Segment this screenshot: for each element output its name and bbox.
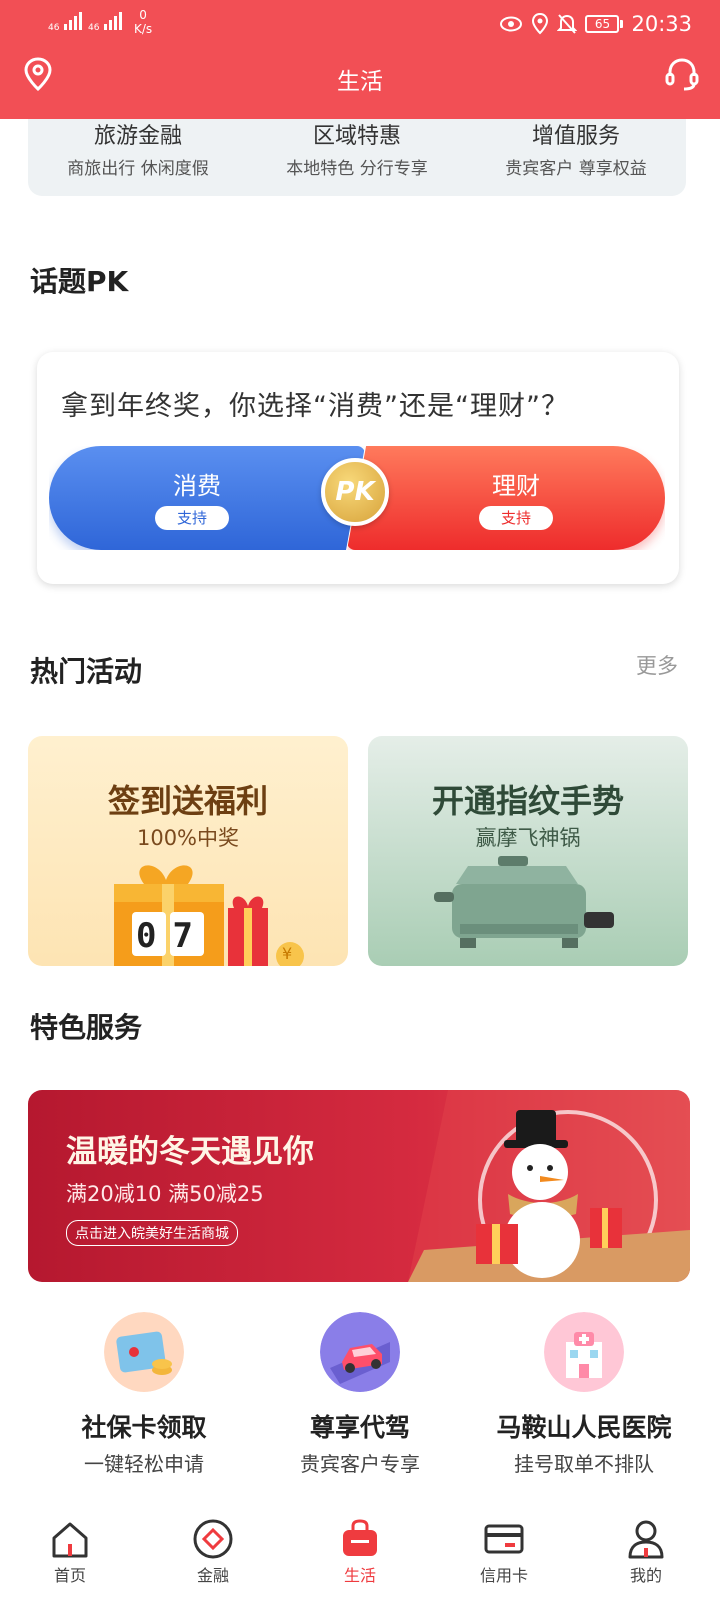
more-link[interactable]: 更多 [636,650,678,680]
speed-value: 0 [139,8,147,22]
status-right: 65 20:33 [499,12,692,36]
location-status-icon [532,13,549,35]
network-type-1: 46 [48,23,60,33]
pk-option-label: 理财 [492,472,540,500]
car-icon [320,1312,400,1392]
service-title: 社保卡领取 [81,1413,207,1442]
tab-life[interactable]: 生活 [310,1518,410,1586]
activity-title: 签到送福利 [107,782,268,820]
signal-bars-icon [104,12,123,30]
banner-enter-button[interactable]: 点击进入皖美好生活商城 [66,1220,238,1246]
topic-pk-card: 拿到年终奖，你选择“消费”还是“理财”？ 消费 支持 理财 支持 PK [37,352,679,584]
home-icon [52,1522,88,1558]
quick-service-travel[interactable]: 旅游金融 商旅出行 休闲度假 [28,118,248,179]
signal-bars-icon [64,12,83,30]
banner-title: 温暖的冬天遇见你 [66,1134,314,1170]
tab-label: 金融 [196,1566,229,1585]
activity-card-fingerprint[interactable]: 开通指纹手势 赢摩飞神锅 [368,736,688,966]
winter-promo-banner[interactable]: 温暖的冬天遇见你 满20减10 满50减25 点击进入皖美好生活商城 [28,1090,690,1282]
service-social-security-card[interactable]: 社保卡领取 一键轻松申请 [24,1312,264,1477]
topic-pk-heading: 话题PK [30,265,129,298]
shopping-bag-icon [343,1519,377,1556]
quick-service-title: 增值服务 [531,124,620,149]
activity-title: 开通指纹手势 [431,782,624,820]
service-title: 马鞍山人民医院 [496,1413,672,1442]
tab-label: 信用卡 [479,1566,528,1585]
network-type-2: 46 [88,23,100,33]
social-security-card-icon [104,1312,184,1392]
quick-service-title: 旅游金融 [93,124,182,149]
finance-icon [193,1519,233,1559]
coin-symbol: ¥ [282,944,293,963]
tab-label: 首页 [53,1566,86,1585]
activity-subtitle: 赢摩飞神锅 [475,826,581,850]
activity-card-checkin[interactable]: 签到送福利 100%中奖 07 ¥ [28,736,348,966]
status-time: 20:33 [631,12,692,36]
signal-1: 46 [48,12,83,33]
hot-activities-heading: 热门活动 [30,655,143,688]
quick-service-title: 区域特惠 [312,124,401,149]
pk-option-consume[interactable]: 消费 支持 [49,446,365,550]
checkin-counter: 07 [136,916,209,956]
tab-finance[interactable]: 金融 [163,1518,263,1586]
pk-option-label: 消费 [173,472,221,500]
user-icon [628,1520,664,1559]
battery-level: 65 [585,15,620,33]
bottom-tab-bar: 首页 金融 生活 信用卡 我的 [0,1508,720,1600]
service-subtitle: 一键轻松申请 [84,1452,204,1476]
snowman-icon [476,1110,622,1278]
network-speed: 0 K/s [134,8,152,36]
pk-support-button[interactable]: 支持 [479,506,553,530]
pk-badge: PK [321,458,389,526]
eye-icon [500,16,523,32]
service-title: 尊享代驾 [309,1413,410,1442]
top-bar: 46 46 0 K/s 65 20:33 生活 [0,0,720,119]
quick-service-subtitle: 商旅出行 休闲度假 [67,159,209,179]
quick-service-value-added[interactable]: 增值服务 贵宾客户 尊享权益 [466,118,686,179]
service-hospital[interactable]: 马鞍山人民医院 挂号取单不排队 [464,1312,704,1477]
service-designated-driver[interactable]: 尊享代驾 贵宾客户专享 [240,1312,480,1477]
credit-card-icon [484,1524,524,1554]
page-title: 生活 [337,69,383,95]
pk-question: 拿到年终奖，你选择“消费”还是“理财”？ [61,391,569,422]
pk-option-invest[interactable]: 理财 支持 [347,446,665,550]
pk-support-button[interactable]: 支持 [155,506,229,530]
quick-service-subtitle: 贵宾客户 尊享权益 [505,159,647,179]
quick-service-subtitle: 本地特色 分行专享 [286,159,428,179]
service-subtitle: 挂号取单不排队 [514,1452,654,1476]
mute-bell-icon [557,14,578,34]
quick-service-regional[interactable]: 区域特惠 本地特色 分行专享 [247,118,467,179]
status-bar: 46 46 0 K/s 65 20:33 [0,0,720,50]
banner-subtitle: 满20减10 满50减25 [66,1182,264,1206]
customer-service-icon[interactable] [664,56,700,92]
tab-label: 生活 [343,1566,376,1585]
activity-subtitle: 100%中奖 [136,826,240,850]
hospital-icon [544,1312,624,1392]
tab-home[interactable]: 首页 [20,1518,120,1586]
tab-label: 我的 [629,1566,662,1585]
speed-unit: K/s [134,22,153,36]
tab-credit-card[interactable]: 信用卡 [454,1518,554,1586]
signal-2: 46 [88,12,123,33]
service-subtitle: 贵宾客户专享 [300,1452,420,1476]
electric-pot-icon [434,856,614,948]
featured-services-heading: 特色服务 [30,1011,143,1044]
tab-mine[interactable]: 我的 [596,1518,696,1586]
battery-icon: 65 [585,15,624,33]
